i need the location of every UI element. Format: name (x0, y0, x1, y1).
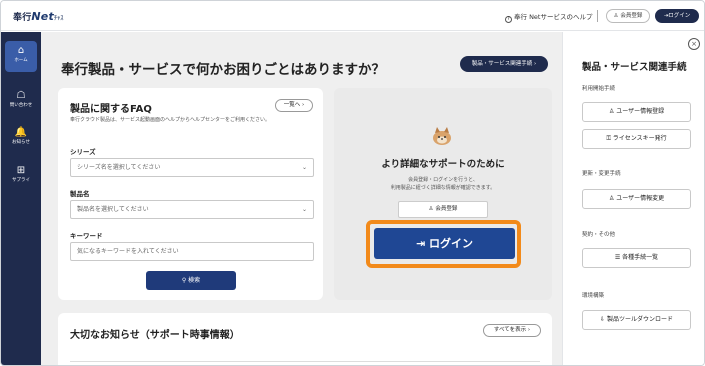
nav-label: 問い合わせ (9, 103, 33, 108)
related-procedures-button[interactable]: 製品・サービス関連手続 › (460, 56, 548, 72)
help-link[interactable]: ? 奉行 Netサービスのヘルプ (505, 11, 592, 23)
main-content: 奉行製品・サービスで何かお困りごとはありますか？ 製品・サービス関連手続 › 製… (41, 32, 562, 365)
header-register-button[interactable]: ♙ 会員登録 (606, 9, 650, 23)
mascot-icon (433, 127, 451, 145)
register-button[interactable]: ♙ 会員登録 (398, 201, 488, 218)
series-select-value: シリーズ名を選択してください (77, 164, 161, 171)
top-header: 奉行Netﾁｬｽ ? 奉行 Netサービスのヘルプ ♙ 会員登録 ⇥ログイン (1, 1, 704, 31)
close-icon[interactable]: × (688, 38, 700, 50)
bell-icon: 🔔 (14, 127, 28, 138)
help-link-label: 奉行 Netサービスのヘルプ (514, 13, 593, 21)
box-icon: ⊞ (16, 165, 26, 176)
search-button-label: 検索 (188, 277, 201, 284)
news-title: 大切なお知らせ（サポート時事情報） (70, 330, 240, 341)
button-label: 製品ツールダウンロード (606, 316, 673, 323)
header-divider (597, 10, 598, 22)
logo-suffix: ﾁｬｽ (53, 15, 64, 22)
logo-net: Net (31, 10, 54, 23)
nav-label: サプライ (12, 178, 30, 183)
nav-item-home[interactable]: ⌂ ホーム (5, 41, 37, 72)
user-info-change-button[interactable]: ♙ ユーザー情報変更 (582, 189, 691, 209)
brand-logo[interactable]: 奉行Netﾁｬｽ (13, 10, 64, 23)
product-select[interactable]: 製品名を選択してください ⌄ (70, 200, 314, 219)
series-label: シリーズ (70, 148, 96, 156)
section-label-contract: 契約・その他 (582, 232, 616, 238)
logo-prefix: 奉行 (13, 13, 32, 23)
button-label: ユーザー情報登録 (616, 108, 665, 115)
page-title: 奉行製品・サービスで何かお困りごとはありますか？ (61, 62, 385, 78)
login-button-label: ログイン (429, 237, 474, 250)
header-login-label: ログイン (668, 13, 691, 19)
home-icon: ⌂ (17, 45, 25, 56)
tool-download-button[interactable]: ⇩ 製品ツールダウンロード (582, 310, 691, 330)
support-card: より詳細なサポートのために 会員登録・ログインを行うと、 利用製品に紐づく詳細な… (334, 88, 552, 300)
right-panel-title: 製品・サービス関連手続 (582, 62, 687, 73)
keyword-placeholder: 気になるキーワードを入れてください (77, 248, 179, 255)
chat-icon: ☖ (16, 90, 26, 101)
question-icon: ? (505, 16, 512, 23)
button-label: 各種手続一覧 (622, 254, 659, 261)
download-icon: ⇩ (600, 316, 607, 323)
support-desc-line2: 利用製品に紐づく詳細な情報が確認できます。 (390, 185, 496, 191)
user-info-register-button[interactable]: ♙ ユーザー情報登録 (582, 102, 691, 122)
button-label: ユーザー情報変更 (616, 195, 665, 202)
faq-description: 奉行クラウド製品は、サービス起動画面のヘルプからヘルプセンターをご利用ください。 (70, 117, 271, 123)
button-label: ライセンスキー発行 (612, 135, 667, 142)
nav-label: お知らせ (12, 140, 30, 145)
faq-card: 製品に関するFAQ 一覧へ › 奉行クラウド製品は、サービス起動画面のヘルプから… (58, 88, 323, 300)
section-label-env: 環境構築 (582, 293, 605, 299)
login-icon: ⇥ (415, 237, 430, 250)
login-button[interactable]: ⇥ ログイン (374, 228, 515, 259)
product-label: 製品名 (70, 190, 90, 198)
keyword-label: キーワード (70, 232, 103, 240)
procedures-list-button[interactable]: ☰ 各種手続一覧 (582, 248, 691, 268)
chevron-down-icon: ⌄ (301, 206, 307, 213)
chevron-down-icon: ⌄ (301, 164, 307, 171)
header-register-label: 会員登録 (620, 13, 643, 19)
right-panel: × 製品・サービス関連手続 利用開始手続 ♙ ユーザー情報登録 ⚿ ライセンスキ… (562, 32, 704, 365)
show-all-button[interactable]: すべてを表示 › (483, 324, 541, 337)
search-button[interactable]: ⚲ 検索 (146, 271, 236, 290)
section-label-start: 利用開始手続 (582, 86, 616, 92)
app-window: 奉行Netﾁｬｽ ? 奉行 Netサービスのヘルプ ♙ 会員登録 ⇥ログイン ⌂ … (0, 0, 705, 366)
keyword-input[interactable]: 気になるキーワードを入れてください (70, 242, 314, 261)
left-sidebar: ⌂ ホーム ☖ 問い合わせ 🔔 お知らせ ⊞ サプライ (1, 32, 41, 365)
support-desc-line1: 会員登録・ログインを行うと、 (408, 177, 478, 183)
faq-title: 製品に関するFAQ (70, 104, 152, 115)
nav-item-notice[interactable]: 🔔 お知らせ (1, 127, 41, 145)
nav-item-inquiry[interactable]: ☖ 問い合わせ (1, 90, 41, 108)
nav-label: ホーム (14, 58, 28, 63)
series-select[interactable]: シリーズ名を選択してください ⌄ (70, 158, 314, 177)
section-label-update: 更新・変更手続 (582, 171, 621, 177)
license-key-button[interactable]: ⚿ ライセンスキー発行 (582, 129, 691, 149)
header-login-button[interactable]: ⇥ログイン (655, 9, 699, 23)
support-title: より詳細なサポートのために (381, 159, 505, 170)
faq-list-button[interactable]: 一覧へ › (275, 99, 313, 112)
news-divider (70, 361, 540, 362)
register-button-label: 会員登録 (435, 206, 458, 212)
nav-item-supply[interactable]: ⊞ サプライ (1, 165, 41, 183)
news-card: 大切なお知らせ（サポート時事情報） すべてを表示 › (58, 313, 552, 365)
product-select-value: 製品名を選択してください (77, 206, 149, 213)
